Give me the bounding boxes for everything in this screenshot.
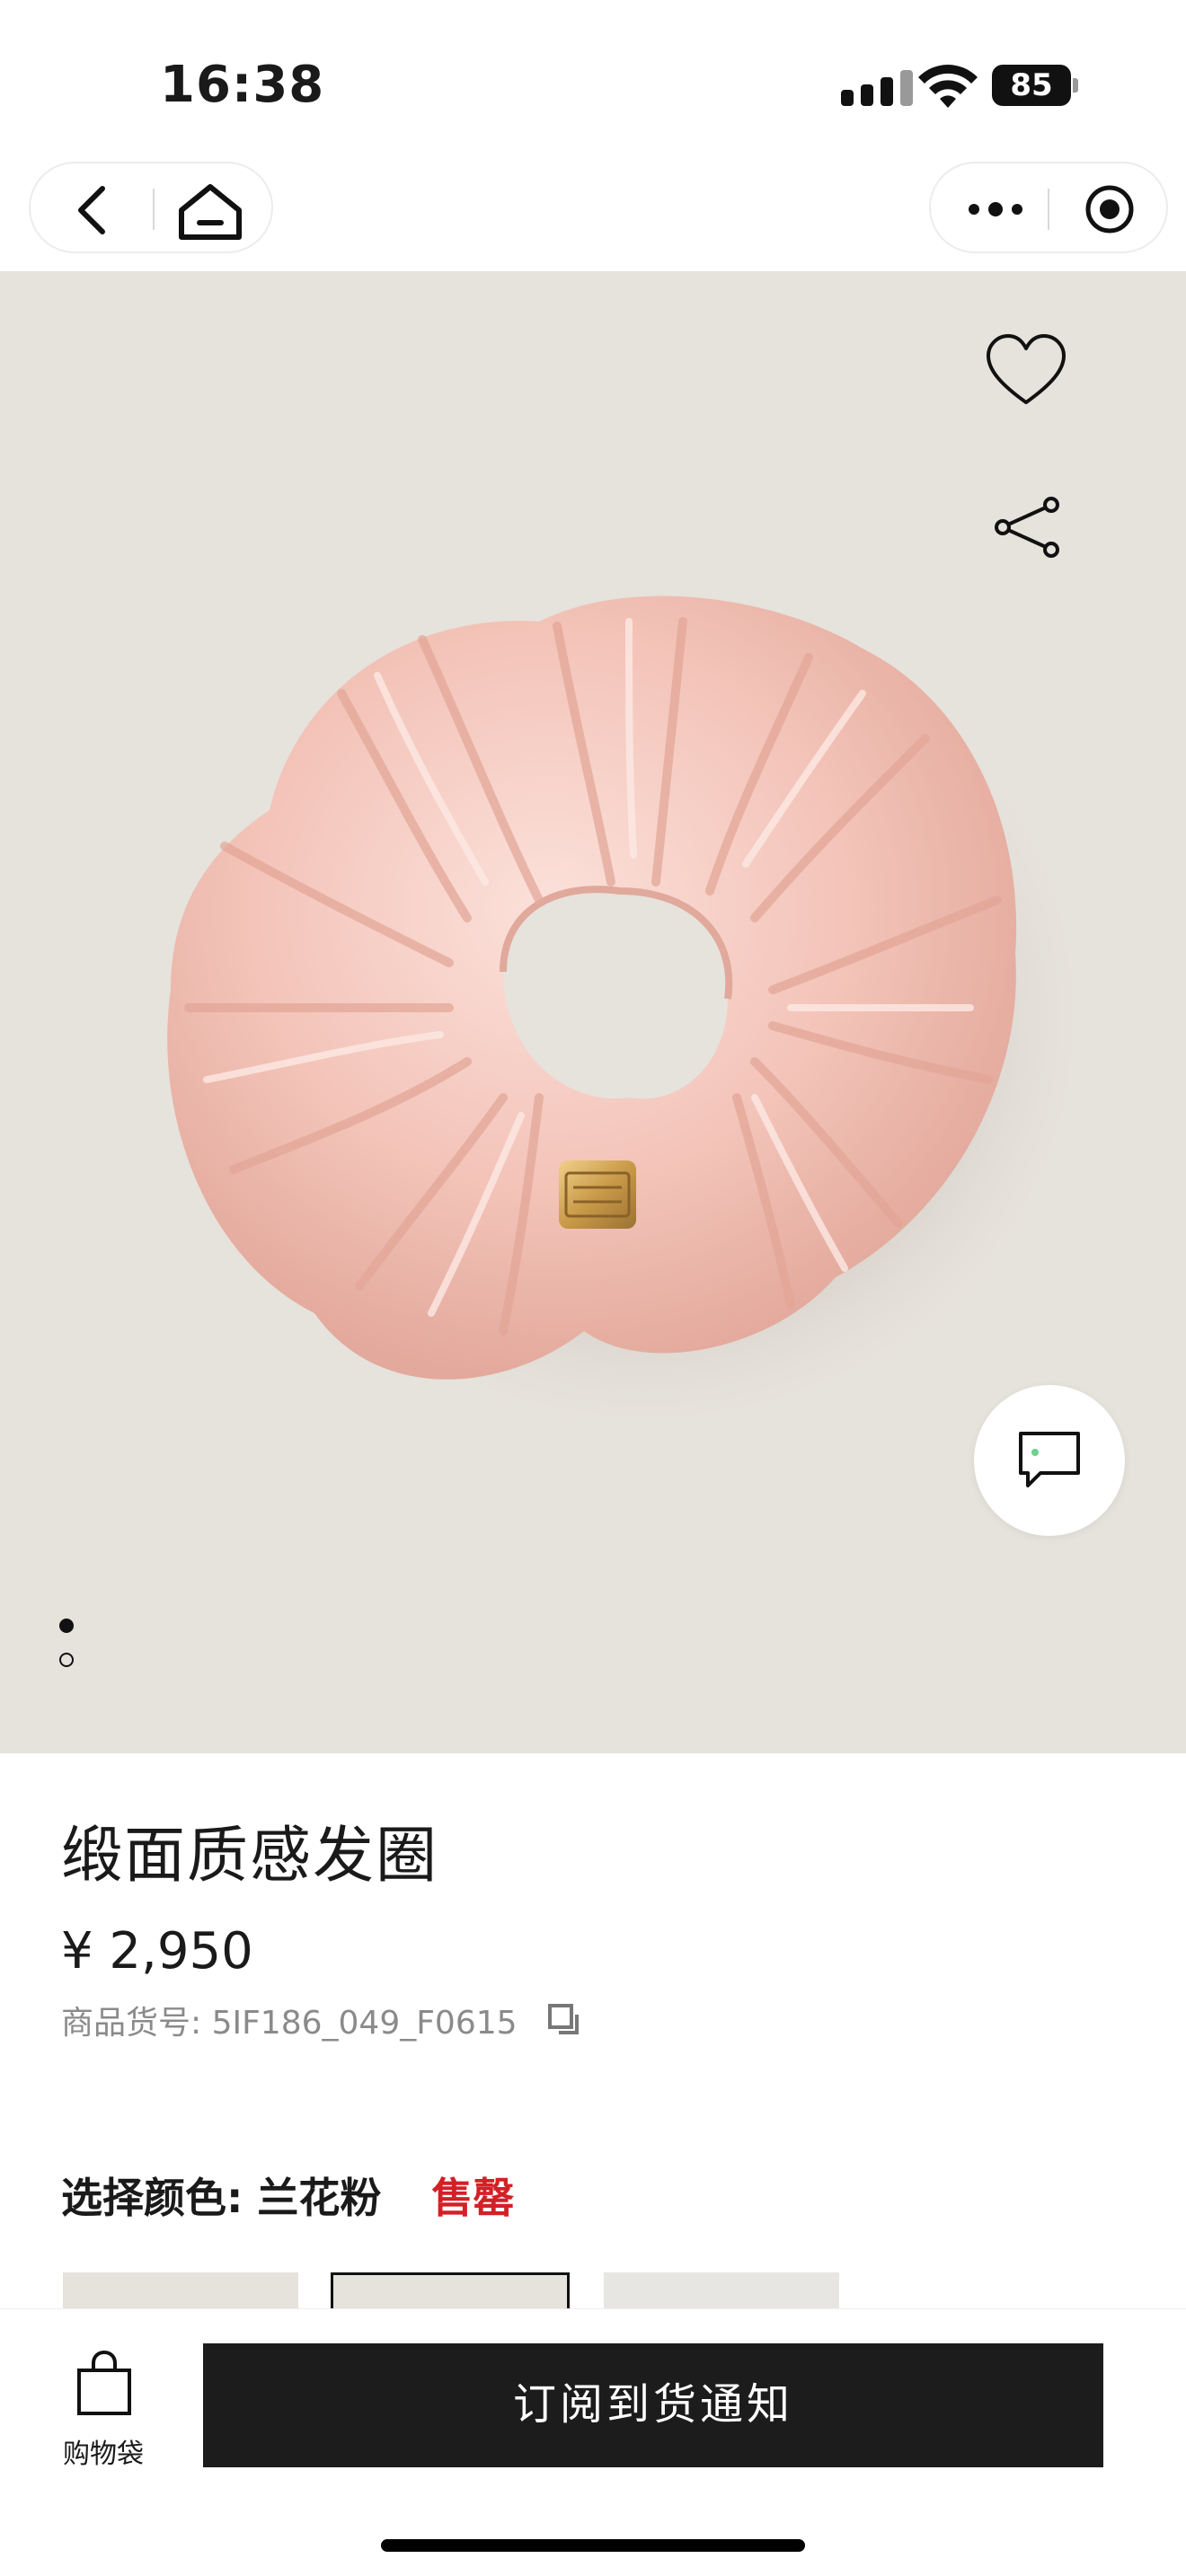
- color-swatch[interactable]: [63, 2272, 298, 2308]
- home-indicator: [381, 2539, 805, 2552]
- battery-tip: [1073, 78, 1078, 93]
- color-swatches: [0, 2272, 1186, 2308]
- nav-capsule-right: [929, 162, 1168, 253]
- color-swatch[interactable]: [604, 2272, 839, 2308]
- color-label: 选择颜色: 兰花粉: [61, 2174, 382, 2222]
- product-image: [167, 595, 1096, 1439]
- nav-divider: [153, 189, 155, 230]
- home-icon[interactable]: [176, 181, 244, 241]
- gallery-pagination: [59, 1619, 77, 1672]
- chevron-left-icon[interactable]: [66, 183, 120, 237]
- chat-button[interactable]: [974, 1385, 1125, 1536]
- battery-level: 85: [992, 65, 1071, 106]
- shopping-bag-label: 购物袋: [63, 2439, 144, 2470]
- nav-divider: [1048, 189, 1049, 230]
- product-price: ¥ 2,950: [61, 1922, 253, 1981]
- product-gallery[interactable]: [0, 271, 1186, 1753]
- battery-icon: 85: [992, 65, 1078, 106]
- more-dots-icon[interactable]: [967, 196, 1024, 223]
- shopping-bag-icon: [77, 2351, 131, 2415]
- chat-bubble-icon: [1019, 1432, 1080, 1487]
- copy-icon[interactable]: [546, 2002, 582, 2038]
- share-icon[interactable]: [992, 496, 1064, 559]
- bottom-action-bar: 购物袋 订阅到货通知: [0, 2308, 1186, 2576]
- color-selector-row: 选择颜色: 兰花粉 售罄: [61, 2166, 514, 2224]
- color-swatch-selected[interactable]: [331, 2272, 570, 2308]
- sold-out-badge: 售罄: [431, 2174, 515, 2222]
- heart-icon[interactable]: [983, 332, 1069, 408]
- product-title: 缎面质感发圈: [61, 1821, 439, 1892]
- notify-restock-button[interactable]: 订阅到货通知: [203, 2343, 1103, 2467]
- pagination-dot[interactable]: [59, 1653, 74, 1667]
- status-bar: 16:38 85: [0, 0, 1186, 162]
- pagination-dot-active[interactable]: [59, 1619, 74, 1633]
- nav-capsule-left: [29, 162, 273, 253]
- status-time: 16:38: [160, 56, 325, 114]
- product-sku: 商品货号: 5IF186_049_F0615: [61, 2005, 518, 2042]
- shopping-bag-button[interactable]: 购物袋: [54, 2351, 153, 2476]
- sku-row: 商品货号: 5IF186_049_F0615: [61, 1998, 582, 2042]
- target-icon[interactable]: [1084, 183, 1136, 235]
- wifi-icon: [918, 65, 978, 108]
